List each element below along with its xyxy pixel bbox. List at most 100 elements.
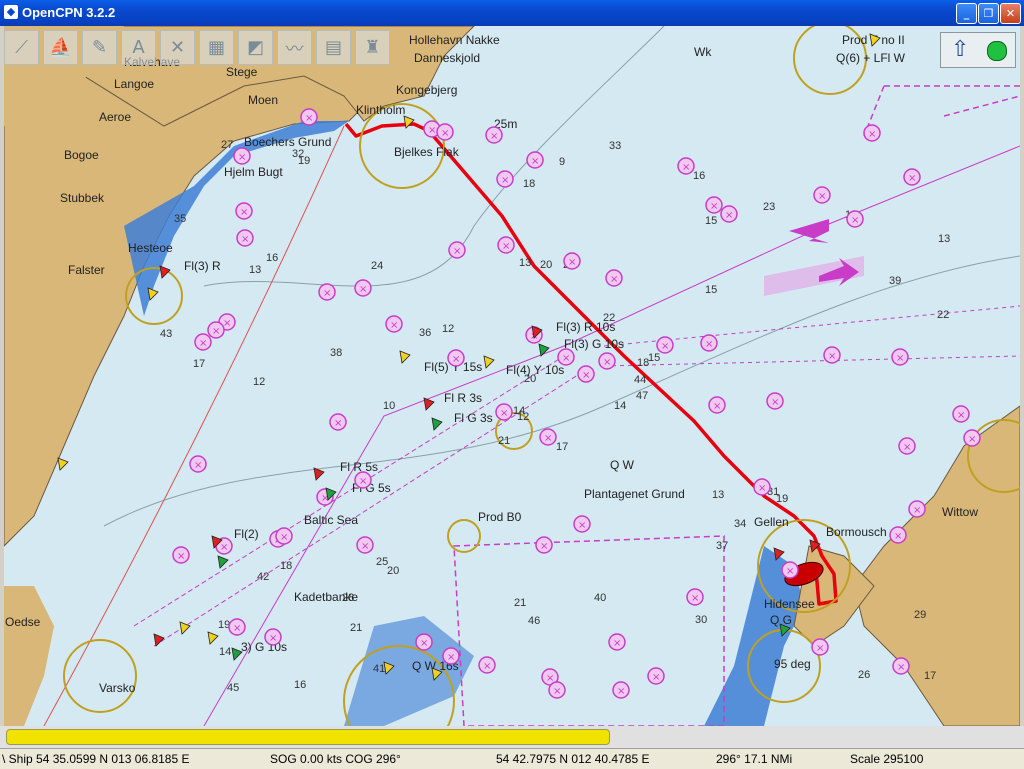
obstruction-cross-icon: × — [896, 353, 904, 364]
maximize-button[interactable]: ❐ — [978, 3, 999, 24]
depth-sounding: 17 — [556, 441, 568, 453]
obstruction-cross-icon: × — [233, 623, 241, 634]
obstruction-cross-icon: × — [652, 672, 660, 683]
place-label: Hesteoe — [128, 241, 173, 255]
buoy-icon[interactable] — [313, 467, 325, 481]
place-label: Bogoe — [64, 148, 99, 162]
chart-toolbar: ⟋ ⛵ ✎ A ✕ ▦ ◩ 〰 ▤ ♜ — [4, 30, 390, 70]
place-label: Langoe — [114, 77, 154, 91]
obstruction-cross-icon: × — [894, 531, 902, 542]
depth-sounding: 40 — [594, 592, 606, 604]
obstruction-cross-icon: × — [238, 152, 246, 163]
layers-icon[interactable]: ▤ — [316, 30, 351, 65]
compass-icon: ⇧ — [951, 37, 970, 62]
ais-icon[interactable]: ✕ — [160, 30, 195, 65]
cursor-position: 54 42.7975 N 012 40.4785 E — [496, 752, 650, 766]
minimize-button[interactable]: _ — [956, 3, 977, 24]
grid-icon[interactable]: ◩ — [238, 30, 273, 65]
depth-sounding: 13 — [519, 257, 531, 269]
close-button[interactable]: ✕ — [1000, 3, 1021, 24]
depth-sounding: 21 — [514, 597, 526, 609]
place-label: Wittow — [942, 505, 978, 519]
depth-sounding: 43 — [160, 328, 172, 340]
depth-sounding: 29 — [914, 609, 926, 621]
buoy-icon[interactable] — [483, 355, 495, 369]
buoy-icon[interactable] — [403, 115, 415, 129]
obstruction-cross-icon: × — [490, 131, 498, 142]
depth-sounding: 24 — [371, 260, 383, 272]
obstruction-cross-icon: × — [786, 566, 794, 577]
depth-sounding: 13 — [249, 264, 261, 276]
depth-sounding: 23 — [763, 201, 775, 213]
place-label: Gellen — [754, 515, 789, 529]
obstruction-cross-icon: × — [617, 686, 625, 697]
buoy-icon[interactable] — [217, 555, 229, 569]
route-icon[interactable]: ⟋ — [4, 30, 39, 65]
obstruction-cross-icon: × — [199, 338, 207, 349]
obstruction-cross-icon: × — [194, 460, 202, 471]
tools-icon[interactable]: ✎ — [82, 30, 117, 65]
obstruction-cross-icon: × — [428, 125, 436, 136]
chart-icon[interactable]: ▦ — [199, 30, 234, 65]
chart-canvas[interactable]: 1713121918201621151419171213211516132218… — [4, 26, 1020, 726]
depth-sounding: 46 — [528, 615, 540, 627]
place-label: 95 deg — [774, 657, 811, 671]
depth-sounding: 26 — [858, 669, 870, 681]
obstruction-cross-icon: × — [544, 433, 552, 444]
compass-panel[interactable]: ⇧ — [940, 32, 1016, 68]
depth-sounding: 25 — [376, 556, 388, 568]
depth-sounding: 42 — [257, 571, 269, 583]
buoy-icon[interactable] — [399, 350, 411, 364]
obstruction-cross-icon: × — [713, 401, 721, 412]
window-title: OpenCPN 3.2.2 — [22, 5, 116, 20]
window-titlebar: ◆ OpenCPN 3.2.2 _ ❐ ✕ — [0, 0, 1024, 26]
depth-sounding: 10 — [383, 400, 395, 412]
light-icon[interactable]: ♜ — [355, 30, 390, 65]
depth-sounding: 16 — [266, 252, 278, 264]
depth-sounding: 18 — [523, 178, 535, 190]
buoy-icon[interactable] — [57, 457, 69, 471]
text-icon[interactable]: A — [121, 30, 156, 65]
ship-icon[interactable]: ⛵ — [43, 30, 78, 65]
obstruction-cross-icon: × — [334, 418, 342, 429]
obstruction-cross-icon: × — [540, 541, 548, 552]
track-icon[interactable]: 〰 — [277, 30, 312, 65]
obstruction-cross-icon: × — [725, 210, 733, 221]
place-label: Oedse — [5, 615, 41, 629]
depth-sounding: 41 — [373, 663, 385, 675]
depth-sounding: 12 — [442, 323, 454, 335]
buoy-icon[interactable] — [147, 287, 159, 301]
place-label: Kadetbanke — [294, 590, 358, 604]
obstruction-cross-icon: × — [578, 520, 586, 531]
status-bar: \ Ship 54 35.0599 N 013 06.8185 E SOG 0.… — [0, 748, 1024, 769]
obstruction-cross-icon: × — [705, 339, 713, 350]
sog-cog: SOG 0.00 kts COG 296° — [270, 752, 401, 766]
place-label: Fl(3) R — [184, 259, 221, 273]
buoy-icon[interactable] — [159, 265, 171, 279]
chart-bar-progress[interactable] — [6, 729, 610, 745]
obstruction-cross-icon: × — [447, 652, 455, 663]
depth-sounding: 13 — [712, 489, 724, 501]
obstruction-cross-icon: × — [220, 542, 228, 553]
opencpn-app-icon: ◆ — [4, 5, 18, 19]
buoy-icon[interactable] — [423, 397, 435, 411]
depth-sounding: 47 — [636, 390, 648, 402]
depth-sounding: 36 — [419, 327, 431, 339]
depth-sounding: 20 — [540, 259, 552, 271]
buoy-icon[interactable] — [431, 417, 443, 431]
depth-sounding: 15 — [705, 215, 717, 227]
obstruction-cross-icon: × — [502, 241, 510, 252]
place-label: Hjelm Bugt — [224, 165, 283, 179]
obstruction-cross-icon: × — [868, 129, 876, 140]
place-label: Varsko — [99, 681, 136, 695]
depth-sounding: 34 — [734, 518, 746, 530]
obstruction-cross-icon: × — [359, 476, 367, 487]
nautical-chart[interactable]: 1713121918201621151419171213211516132218… — [4, 26, 1020, 726]
buoy-icon[interactable] — [153, 633, 165, 647]
obstruction-cross-icon: × — [818, 191, 826, 202]
buoy-icon[interactable] — [207, 631, 219, 645]
obstruction-cross-icon: × — [305, 113, 313, 124]
obstruction-cross-icon: × — [361, 541, 369, 552]
depth-sounding: 16 — [693, 170, 705, 182]
obstruction-cross-icon: × — [553, 686, 561, 697]
